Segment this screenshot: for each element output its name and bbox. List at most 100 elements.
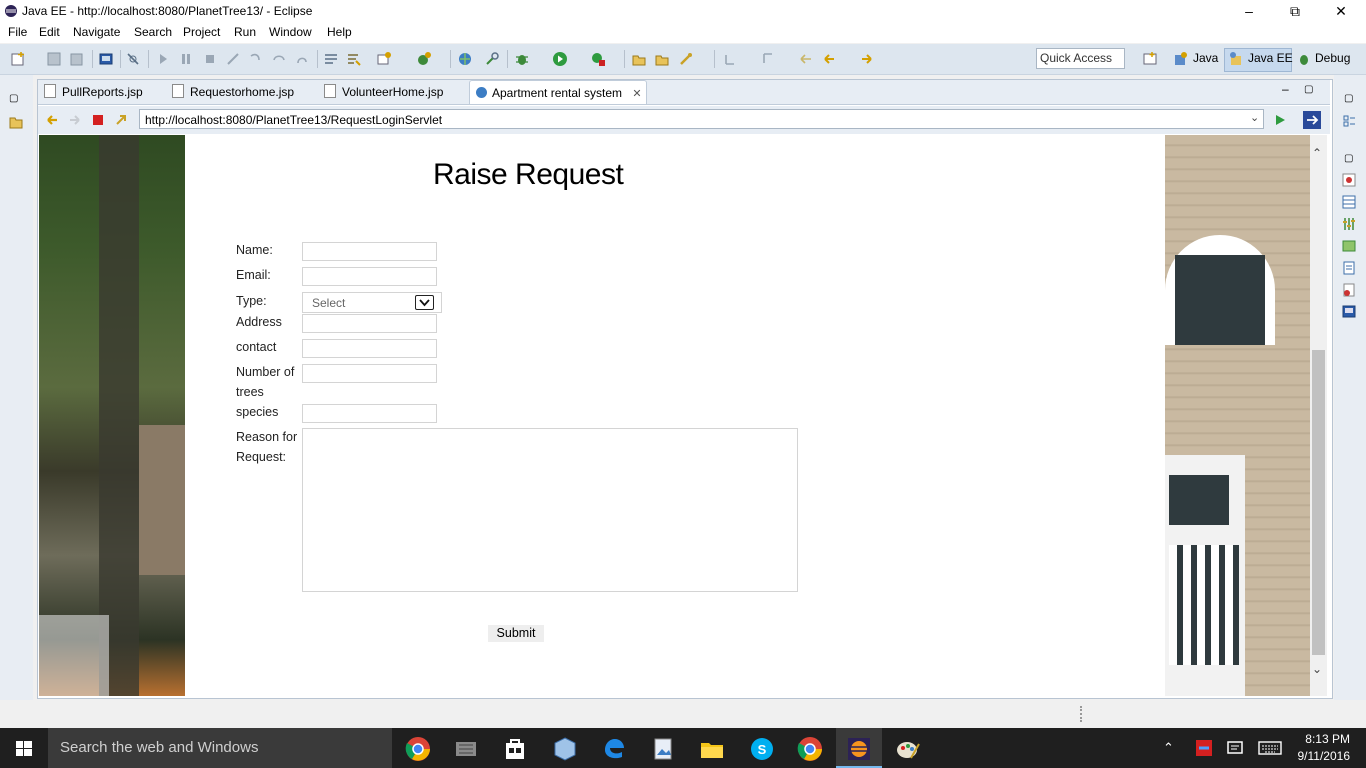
maximize-editor-button[interactable]: ▢ [1304,84,1313,95]
submit-button[interactable]: Submit [488,625,544,642]
browser-refresh-icon[interactable] [113,112,129,128]
resume-icon[interactable] [155,51,171,67]
scroll-down-icon[interactable]: ⌄ [1312,662,1322,676]
perspective-java[interactable]: Java [1193,51,1218,65]
paint-icon[interactable] [893,734,923,764]
step-over-icon[interactable] [271,51,287,67]
outline-icon[interactable] [1341,113,1357,129]
minimize-editor-button[interactable]: – [1282,82,1289,96]
email-input[interactable] [302,267,437,286]
photos-icon[interactable] [648,734,678,764]
project-explorer-icon[interactable] [8,114,24,130]
number-of-trees-input[interactable] [302,364,437,383]
close-tab-icon[interactable]: ✕ [632,88,641,100]
debug-icon[interactable] [514,51,530,67]
windows-start-icon[interactable] [0,728,48,768]
run-icon[interactable] [552,51,568,67]
name-input[interactable] [302,242,437,261]
last-edit-icon[interactable] [798,51,814,67]
next-annotation-icon[interactable] [722,51,738,67]
run-external-icon[interactable] [590,51,606,67]
url-dropdown-icon[interactable]: ⌄ [1250,111,1259,124]
keyboard-icon[interactable] [1258,740,1282,756]
taskbar-search-box[interactable]: Search the web and Windows [48,728,392,768]
edge-icon[interactable] [599,734,629,764]
snippets-icon[interactable] [1341,260,1357,276]
species-input[interactable] [302,404,437,423]
virtualbox-icon[interactable] [550,734,580,764]
menu-navigate[interactable]: Navigate [73,25,120,39]
browser-back-icon[interactable] [44,112,60,128]
tray-app-icon[interactable] [1194,738,1214,758]
taskbar-clock[interactable]: 8:13 PM 9/11/2016 [1290,731,1351,765]
tab-apartment-rental-system[interactable]: Apartment rental system ✕ [469,80,647,104]
previous-annotation-icon[interactable] [760,51,776,67]
type-select[interactable]: Select [302,292,442,313]
close-button[interactable]: ✕ [1318,0,1364,22]
back-icon[interactable] [821,51,837,67]
new-class-icon[interactable] [416,51,432,67]
problems-icon[interactable] [1341,282,1357,298]
use-step-filters-icon[interactable] [323,51,339,67]
servers-icon[interactable] [1341,216,1357,232]
step-return-icon[interactable] [294,51,310,67]
contact-input[interactable] [302,339,437,358]
properties-icon[interactable] [1341,194,1357,210]
menu-help[interactable]: Help [327,25,352,39]
search-tool-icon[interactable] [678,51,694,67]
save-icon[interactable] [46,51,62,67]
browser-forward-icon[interactable] [67,112,83,128]
perspective-debug[interactable]: Debug [1315,51,1350,65]
console-icon[interactable] [98,51,114,67]
show-hidden-icons[interactable]: ⌃ [1163,740,1174,756]
suspend-icon[interactable] [178,51,194,67]
tab-volunteerhome[interactable]: VolunteerHome.jsp [324,80,443,104]
open-web-browser-icon[interactable] [457,51,473,67]
address-input[interactable] [302,314,437,333]
action-center-icon[interactable] [1225,738,1245,758]
menu-file[interactable]: File [8,25,27,39]
url-field[interactable]: http://localhost:8080/PlanetTree13/Reque… [139,109,1264,129]
data-source-explorer-icon[interactable] [1341,238,1357,254]
new-icon[interactable] [10,51,26,67]
restore-left-icon[interactable]: ▢ [9,93,18,104]
menu-edit[interactable]: Edit [39,25,60,39]
open-type-icon[interactable] [631,51,647,67]
terminate-icon[interactable] [202,51,218,67]
eclipse-taskbar-icon[interactable] [844,734,874,764]
console-view-icon[interactable] [1341,304,1357,320]
perspective-java-ee[interactable]: Java EE [1248,51,1293,65]
new-server-icon[interactable] [376,51,392,67]
step-into-icon[interactable] [248,51,264,67]
forward-icon[interactable] [859,51,875,67]
quick-access-field[interactable]: Quick Access [1036,48,1125,69]
task-icon[interactable] [346,51,362,67]
go-icon[interactable] [1272,112,1288,128]
save-all-icon[interactable] [68,51,84,67]
open-task-icon[interactable] [654,51,670,67]
external-tools-icon[interactable] [484,51,500,67]
browser-stop-icon[interactable] [90,112,106,128]
skype-icon[interactable]: S [747,734,777,764]
chrome-icon[interactable] [403,734,433,764]
menu-project[interactable]: Project [183,25,220,39]
menu-run[interactable]: Run [234,25,256,39]
chrome-second-icon[interactable] [795,734,825,764]
minimize-button[interactable]: – [1226,0,1272,22]
open-perspective-icon[interactable] [1142,51,1158,67]
menu-search[interactable]: Search [134,25,172,39]
restore-button[interactable]: ⧉ [1272,0,1318,22]
skip-breakpoints-icon[interactable] [125,51,141,67]
store-icon[interactable] [500,734,530,764]
tab-pullreports[interactable]: PullReports.jsp [44,80,143,104]
scroll-up-icon[interactable]: ⌃ [1312,146,1322,160]
tab-requestorhome[interactable]: Requestorhome.jsp [172,80,294,104]
scrollbar-thumb[interactable] [1312,350,1325,655]
task-view-icon[interactable] [451,734,481,764]
browser-menu-icon[interactable] [1302,110,1322,130]
file-explorer-icon[interactable] [697,734,727,764]
reason-textarea[interactable] [302,428,798,592]
restore-right-bottom-icon[interactable]: ▢ [1344,153,1353,164]
markers-icon[interactable] [1341,172,1357,188]
menu-window[interactable]: Window [269,25,312,39]
